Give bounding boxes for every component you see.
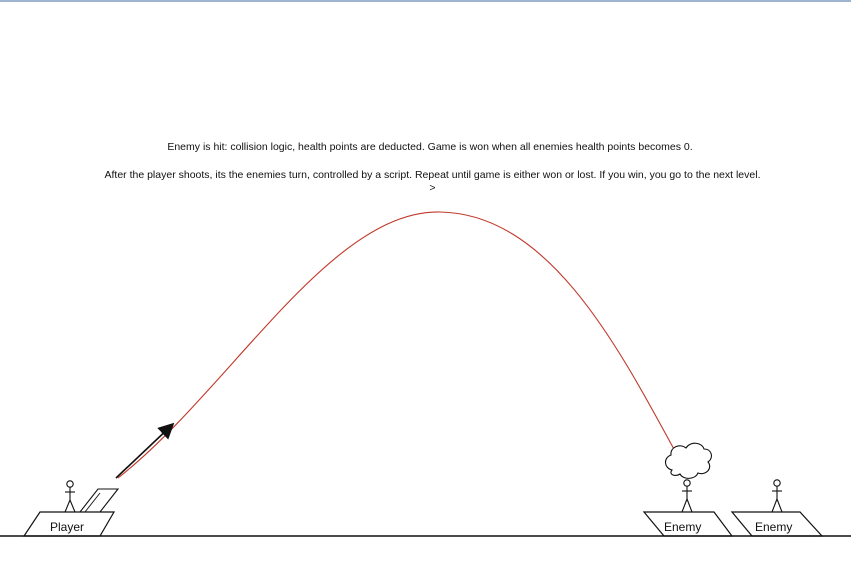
- enemy-2-stick-figure-icon[interactable]: [771, 479, 783, 513]
- game-scene: [0, 211, 851, 537]
- player-stick-figure-icon[interactable]: [64, 480, 76, 513]
- enemy-1-stick-figure-icon[interactable]: [681, 479, 693, 513]
- explosion-cloud-icon: [664, 442, 713, 479]
- aim-arrow-icon[interactable]: [115, 422, 175, 479]
- cannon-icon[interactable]: [78, 488, 120, 513]
- game-canvas[interactable]: Enemy is hit: collision logic, health po…: [0, 0, 851, 573]
- enemy-1-label: Enemy: [664, 520, 702, 534]
- enemy-2-label: Enemy: [755, 520, 793, 534]
- player-label: Player: [50, 520, 85, 534]
- projectile-trajectory: [117, 211, 690, 479]
